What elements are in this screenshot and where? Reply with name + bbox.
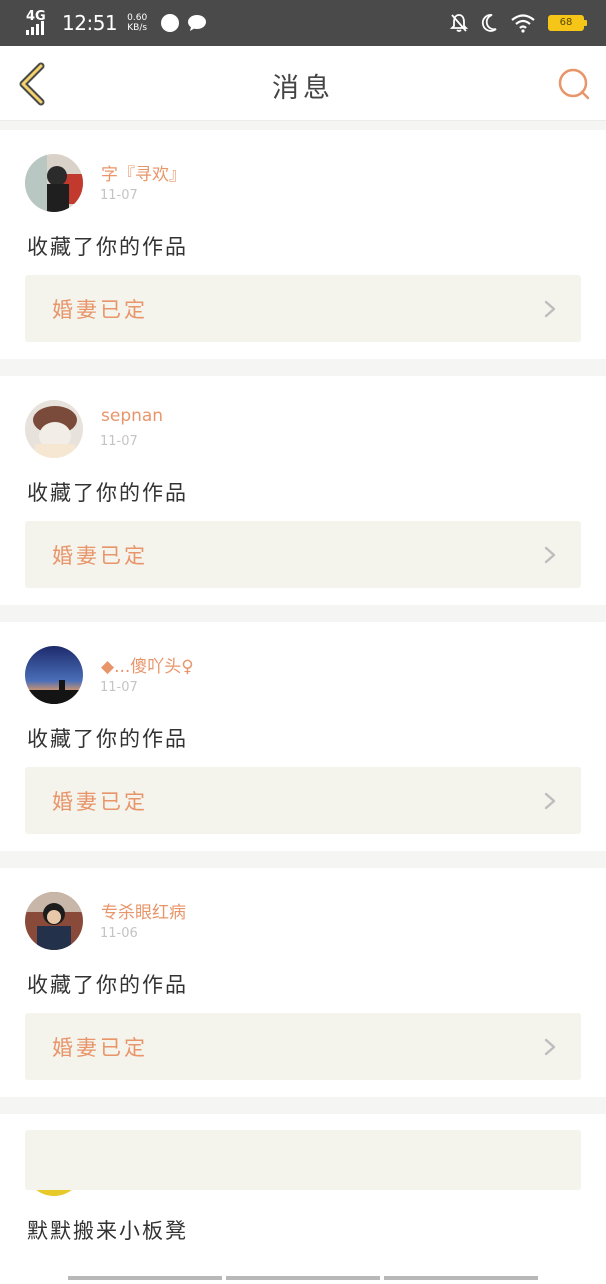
work-link[interactable]: 婚妻已定 (25, 767, 581, 834)
avatar[interactable] (25, 400, 83, 458)
chevron-right-icon (544, 1038, 556, 1056)
message-card[interactable]: 字『寻欢』 11-07 收藏了你的作品 婚妻已定 (0, 130, 606, 359)
wifi-icon (511, 14, 535, 33)
message-date: 11-07 (100, 188, 138, 203)
message-card[interactable]: ◆...傻吖头♀ 11-07 收藏了你的作品 婚妻已定 (0, 622, 606, 851)
battery-icon: 68 (548, 15, 587, 31)
top-navigation-bar: 消息 (0, 46, 606, 121)
status-bar: 4G 12:51 0.60 KB/s 68 (0, 0, 606, 46)
message-text: 收藏了你的作品 (27, 235, 188, 259)
work-link[interactable]: 婚妻已定 (25, 1013, 581, 1080)
message-date: 11-07 (100, 680, 138, 695)
mute-bell-icon (450, 14, 468, 32)
page-title: 消息 (272, 73, 334, 104)
message-date: 11-07 (100, 434, 138, 449)
work-link[interactable]: 婚妻已定 (25, 521, 581, 588)
work-link[interactable]: 婚妻已定 (25, 275, 581, 342)
chat-notification-icon (188, 15, 207, 31)
work-link[interactable] (25, 1130, 581, 1190)
search-button[interactable] (556, 66, 592, 102)
network-speed-value: 0.60 (127, 13, 148, 23)
message-list: 字『寻欢』 11-07 收藏了你的作品 婚妻已定 sepnan 11-07 收藏… (0, 130, 606, 1284)
username[interactable]: 字『寻欢』 (101, 160, 186, 185)
network-speed: 0.60 KB/s (127, 13, 147, 33)
work-title: 婚妻已定 (52, 298, 148, 322)
network-speed-unit: KB/s (127, 23, 148, 33)
signal-icon: 4G (26, 9, 50, 35)
message-text: 收藏了你的作品 (27, 481, 188, 505)
image-strip (68, 1276, 538, 1280)
work-title: 婚妻已定 (52, 544, 148, 568)
message-text: 收藏了你的作品 (27, 727, 188, 751)
work-title: 婚妻已定 (52, 1036, 148, 1060)
work-title: 婚妻已定 (52, 790, 148, 814)
message-text: 默默搬来小板凳 (27, 1219, 188, 1243)
username[interactable]: sepnan (101, 406, 163, 426)
message-text: 收藏了你的作品 (27, 973, 188, 997)
battery-level: 68 (559, 17, 573, 28)
message-date: 11-06 (100, 926, 138, 941)
chevron-right-icon (544, 300, 556, 318)
avatar[interactable] (25, 646, 83, 704)
moon-icon (481, 14, 497, 32)
username[interactable]: ◆...傻吖头♀ (101, 652, 194, 677)
avatar[interactable] (25, 892, 83, 950)
browser-notification-icon (161, 14, 180, 32)
message-card[interactable]: sepnan 11-07 收藏了你的作品 婚妻已定 (0, 376, 606, 605)
chevron-right-icon (544, 546, 556, 564)
clock: 12:51 (62, 11, 118, 35)
avatar[interactable] (25, 154, 83, 212)
username[interactable]: 专杀眼红病 (101, 898, 186, 923)
chevron-right-icon (544, 792, 556, 810)
message-card[interactable]: 专杀眼红病 11-06 收藏了你的作品 婚妻已定 (0, 868, 606, 1097)
search-icon (558, 68, 590, 100)
